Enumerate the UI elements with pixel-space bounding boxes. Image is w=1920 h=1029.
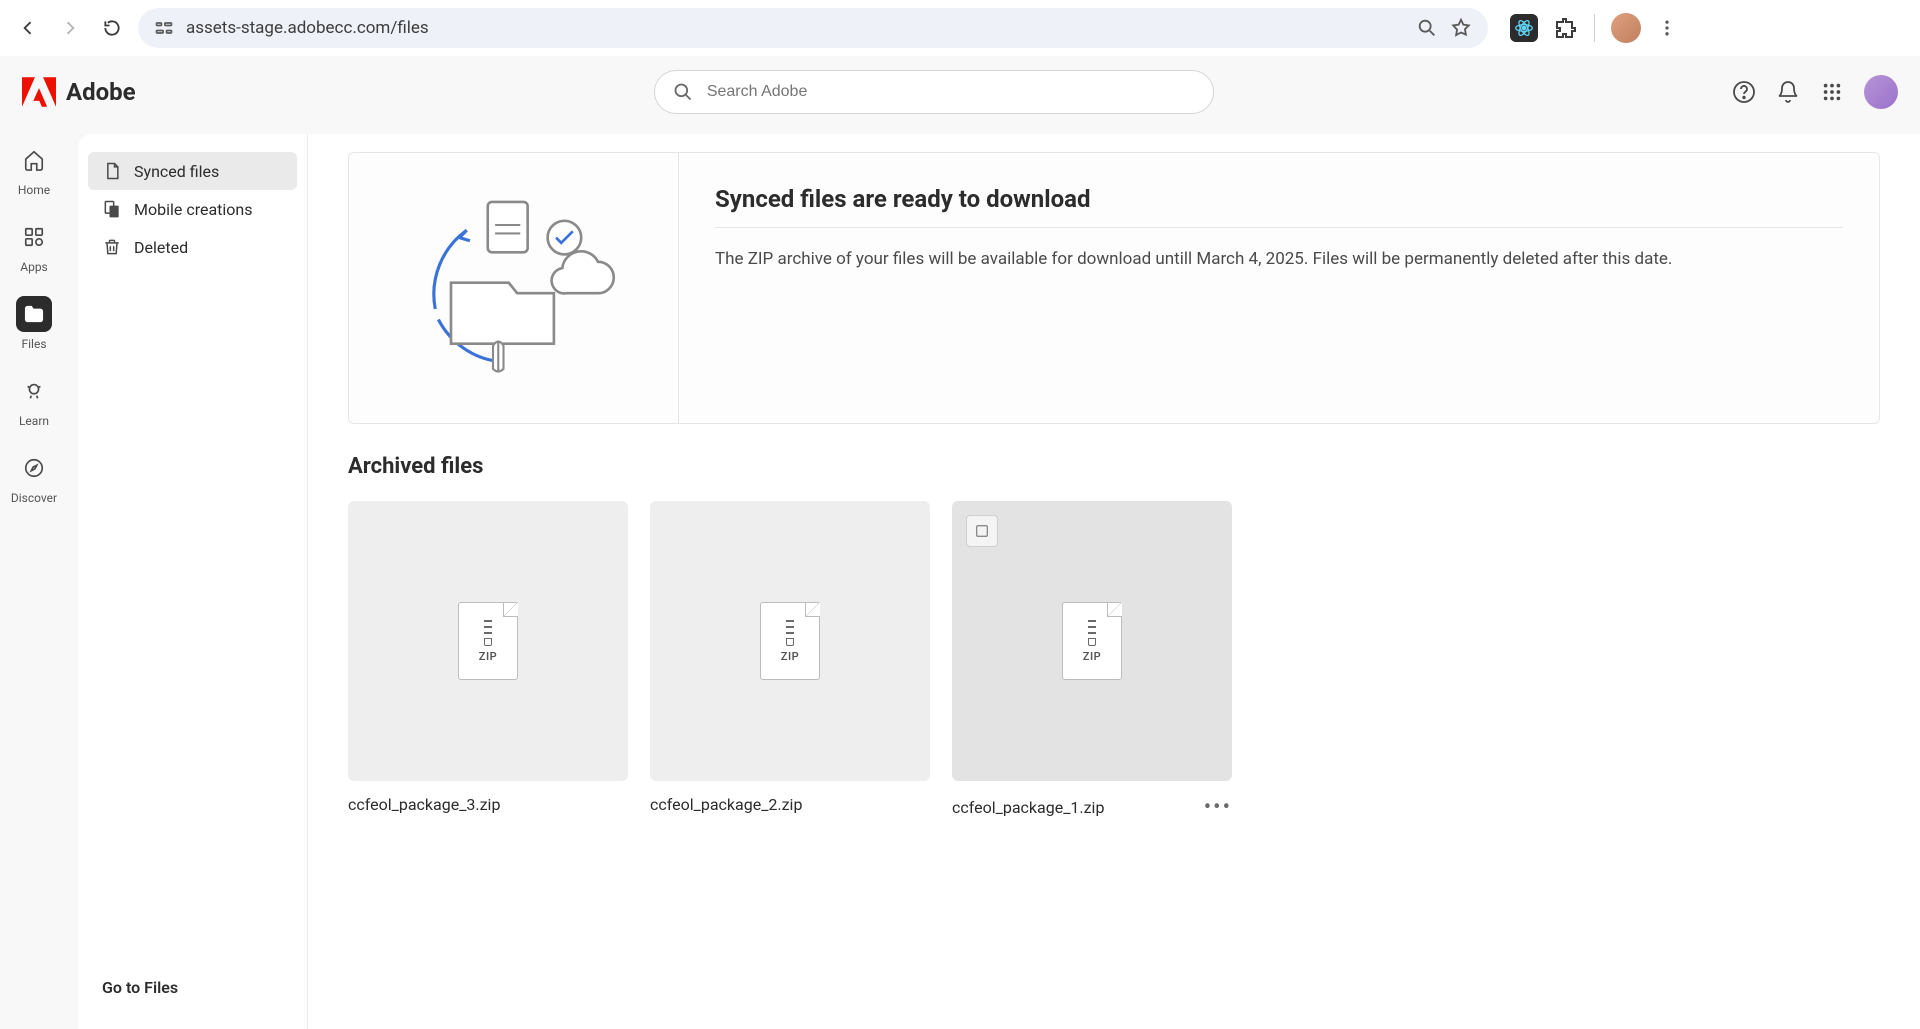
search-input[interactable] (707, 83, 1195, 101)
file-card: ZIP ccfeol_package_3.zip (348, 501, 628, 820)
rail-label: Home (18, 183, 50, 197)
file-name: ccfeol_package_2.zip (650, 795, 802, 814)
profile-avatar[interactable] (1611, 13, 1641, 43)
address-bar[interactable]: assets-stage.adobecc.com/files (138, 8, 1488, 48)
help-icon[interactable] (1732, 80, 1756, 104)
file-name: ccfeol_package_3.zip (348, 795, 500, 814)
forward-button[interactable] (54, 12, 86, 44)
info-banner: Synced files are ready to download The Z… (348, 152, 1880, 424)
file-thumbnail[interactable]: ZIP (348, 501, 628, 781)
rail-item-learn[interactable]: Learn (6, 373, 62, 428)
side-item-label: Mobile creations (134, 200, 253, 219)
apps-grid-icon[interactable] (1820, 80, 1844, 104)
zip-file-icon: ZIP (458, 602, 518, 680)
rail-label: Learn (19, 414, 49, 428)
bookmark-star-icon[interactable] (1450, 17, 1472, 39)
rail-label: Apps (20, 260, 48, 274)
url-text: assets-stage.adobecc.com/files (186, 18, 1404, 38)
mobile-icon (102, 199, 122, 219)
search-icon (673, 82, 693, 102)
discover-icon (16, 450, 52, 486)
notifications-icon[interactable] (1776, 80, 1800, 104)
zip-file-icon: ZIP (760, 602, 820, 680)
app-header: Adobe (0, 56, 1920, 128)
file-thumbnail[interactable]: ZIP (952, 501, 1232, 781)
side-item-label: Deleted (134, 238, 188, 257)
adobe-logo-icon (22, 77, 56, 107)
file-card: ZIP ccfeol_package_1.zip ••• (952, 501, 1232, 820)
file-card: ZIP ccfeol_package_2.zip (650, 501, 930, 820)
rail-item-home[interactable]: Home (6, 142, 62, 197)
rail-item-files[interactable]: Files (6, 296, 62, 351)
trash-icon (102, 237, 122, 257)
file-grid: ZIP ccfeol_package_3.zip ZIP ccfeol_pack… (348, 501, 1880, 820)
file-thumbnail[interactable]: ZIP (650, 501, 930, 781)
go-to-files-link[interactable]: Go to Files (88, 964, 297, 1011)
side-panel: Synced files Mobile creations Deleted Go… (78, 134, 308, 1029)
divider (715, 227, 1843, 228)
divider (1594, 14, 1595, 42)
file-name: ccfeol_package_1.zip (952, 798, 1104, 817)
side-item-label: Synced files (134, 162, 219, 181)
zip-file-icon: ZIP (1062, 602, 1122, 680)
extension-react-icon[interactable] (1510, 14, 1538, 42)
browser-toolbar: assets-stage.adobecc.com/files (0, 0, 1920, 56)
reload-button[interactable] (96, 12, 128, 44)
banner-description: The ZIP archive of your files will be av… (715, 246, 1843, 272)
zoom-icon[interactable] (1416, 17, 1438, 39)
rail-item-apps[interactable]: Apps (6, 219, 62, 274)
main-content: Synced files are ready to download The Z… (308, 134, 1920, 1029)
apps-icon (16, 219, 52, 255)
kebab-menu-icon[interactable] (1657, 18, 1677, 38)
file-icon (102, 161, 122, 181)
banner-illustration (349, 153, 679, 423)
site-settings-icon (154, 18, 174, 38)
banner-title: Synced files are ready to download (715, 185, 1843, 213)
select-checkbox[interactable] (966, 515, 998, 547)
more-actions-icon[interactable]: ••• (1204, 795, 1232, 820)
brand-name: Adobe (66, 78, 136, 106)
rail-label: Discover (11, 491, 57, 505)
home-icon (16, 142, 52, 178)
back-button[interactable] (12, 12, 44, 44)
rail-item-discover[interactable]: Discover (6, 450, 62, 505)
user-avatar[interactable] (1864, 75, 1898, 109)
nav-rail: Home Apps Files Learn Discover (0, 128, 68, 1029)
side-item-mobile-creations[interactable]: Mobile creations (88, 190, 297, 228)
side-item-synced-files[interactable]: Synced files (88, 152, 297, 190)
rail-label: Files (21, 337, 46, 351)
search-box[interactable] (654, 70, 1214, 114)
side-item-deleted[interactable]: Deleted (88, 228, 297, 266)
learn-icon (16, 373, 52, 409)
files-icon (16, 296, 52, 332)
adobe-logo[interactable]: Adobe (22, 77, 136, 107)
section-title: Archived files (348, 454, 1880, 479)
extensions-icon[interactable] (1554, 16, 1578, 40)
